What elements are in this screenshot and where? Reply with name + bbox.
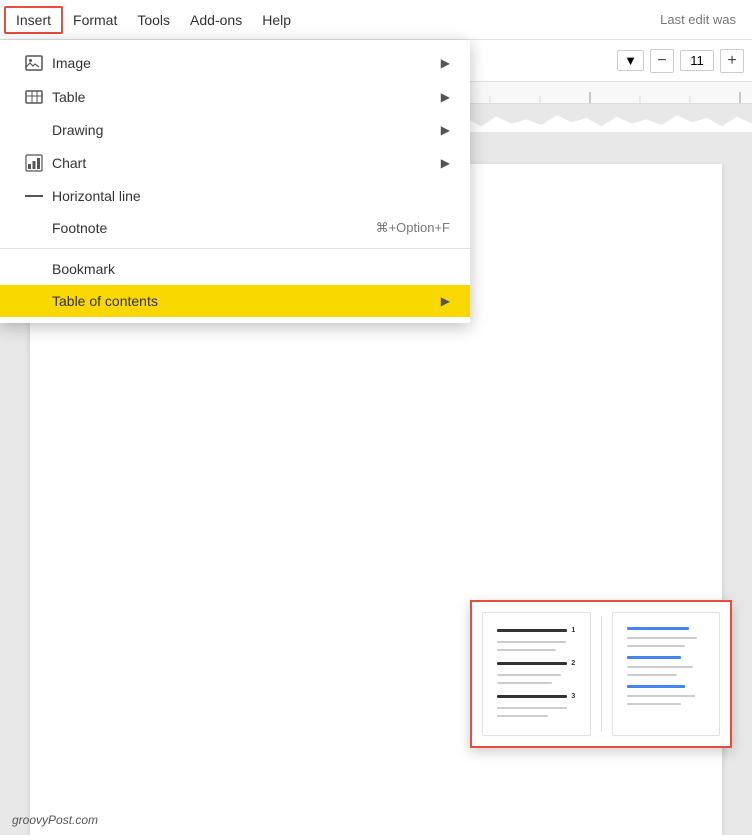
toc-preview-numbered: 1 2 3 bbox=[491, 619, 581, 729]
menu-item-chart[interactable]: Chart ▶ bbox=[0, 146, 470, 180]
menu-item-insert[interactable]: Insert bbox=[4, 6, 63, 34]
toc-arrow-icon: ▶ bbox=[441, 294, 450, 308]
toc-label: Table of contents bbox=[52, 293, 441, 309]
font-dropdown[interactable]: ▼ bbox=[617, 50, 644, 71]
menu-item-bookmark[interactable]: Bookmark bbox=[0, 253, 470, 285]
font-size-input[interactable]: 11 bbox=[680, 50, 714, 71]
toc-option-numbered[interactable]: 1 2 3 bbox=[482, 612, 591, 736]
horizontal-line-icon bbox=[20, 194, 48, 198]
chart-label: Chart bbox=[52, 155, 441, 171]
horizontal-line-label: Horizontal line bbox=[52, 188, 450, 204]
footnote-shortcut: ⌘+Option+F bbox=[376, 220, 450, 236]
dropdown-menu-container: Image ▶ Table ▶ Drawing ▶ bbox=[0, 40, 470, 323]
image-label: Image bbox=[52, 55, 441, 71]
menu-bar: Insert Format Tools Add-ons Help Last ed… bbox=[0, 0, 752, 40]
bookmark-label: Bookmark bbox=[52, 261, 450, 277]
menu-item-footnote[interactable]: Footnote ⌘+Option+F bbox=[0, 212, 470, 244]
watermark-text: groovyPost.com bbox=[12, 813, 98, 827]
chevron-down-icon: ▼ bbox=[624, 53, 637, 68]
font-size-decrease-button[interactable]: − bbox=[650, 49, 674, 73]
image-icon bbox=[20, 54, 48, 72]
chart-icon bbox=[20, 154, 48, 172]
last-edit-text: Last edit was bbox=[660, 12, 748, 27]
insert-dropdown-menu: Image ▶ Table ▶ Drawing ▶ bbox=[0, 40, 470, 323]
drawing-arrow-icon: ▶ bbox=[441, 123, 450, 137]
drawing-label: Drawing bbox=[52, 122, 441, 138]
menu-item-horizontal-line[interactable]: Horizontal line bbox=[0, 180, 470, 212]
divider-1 bbox=[0, 248, 470, 249]
menu-item-format[interactable]: Format bbox=[63, 8, 127, 32]
table-arrow-icon: ▶ bbox=[441, 90, 450, 104]
chart-arrow-icon: ▶ bbox=[441, 156, 450, 170]
menu-item-drawing[interactable]: Drawing ▶ bbox=[0, 114, 470, 146]
toc-submenu-popup: 1 2 3 bbox=[470, 600, 732, 748]
toc-submenu-divider bbox=[601, 616, 602, 732]
footnote-label: Footnote bbox=[52, 220, 336, 236]
font-size-increase-button[interactable]: + bbox=[720, 49, 744, 73]
menu-item-help[interactable]: Help bbox=[252, 8, 301, 32]
menu-item-table[interactable]: Table ▶ bbox=[0, 80, 470, 114]
menu-item-image[interactable]: Image ▶ bbox=[0, 46, 470, 80]
toc-option-blue-links[interactable] bbox=[612, 612, 721, 736]
toc-preview-blue bbox=[621, 619, 711, 729]
menu-item-tools[interactable]: Tools bbox=[127, 8, 180, 32]
table-label: Table bbox=[52, 89, 441, 105]
menu-item-toc[interactable]: Table of contents ▶ bbox=[0, 285, 470, 317]
table-icon bbox=[20, 88, 48, 106]
image-arrow-icon: ▶ bbox=[441, 56, 450, 70]
menu-item-addons[interactable]: Add-ons bbox=[180, 8, 252, 32]
